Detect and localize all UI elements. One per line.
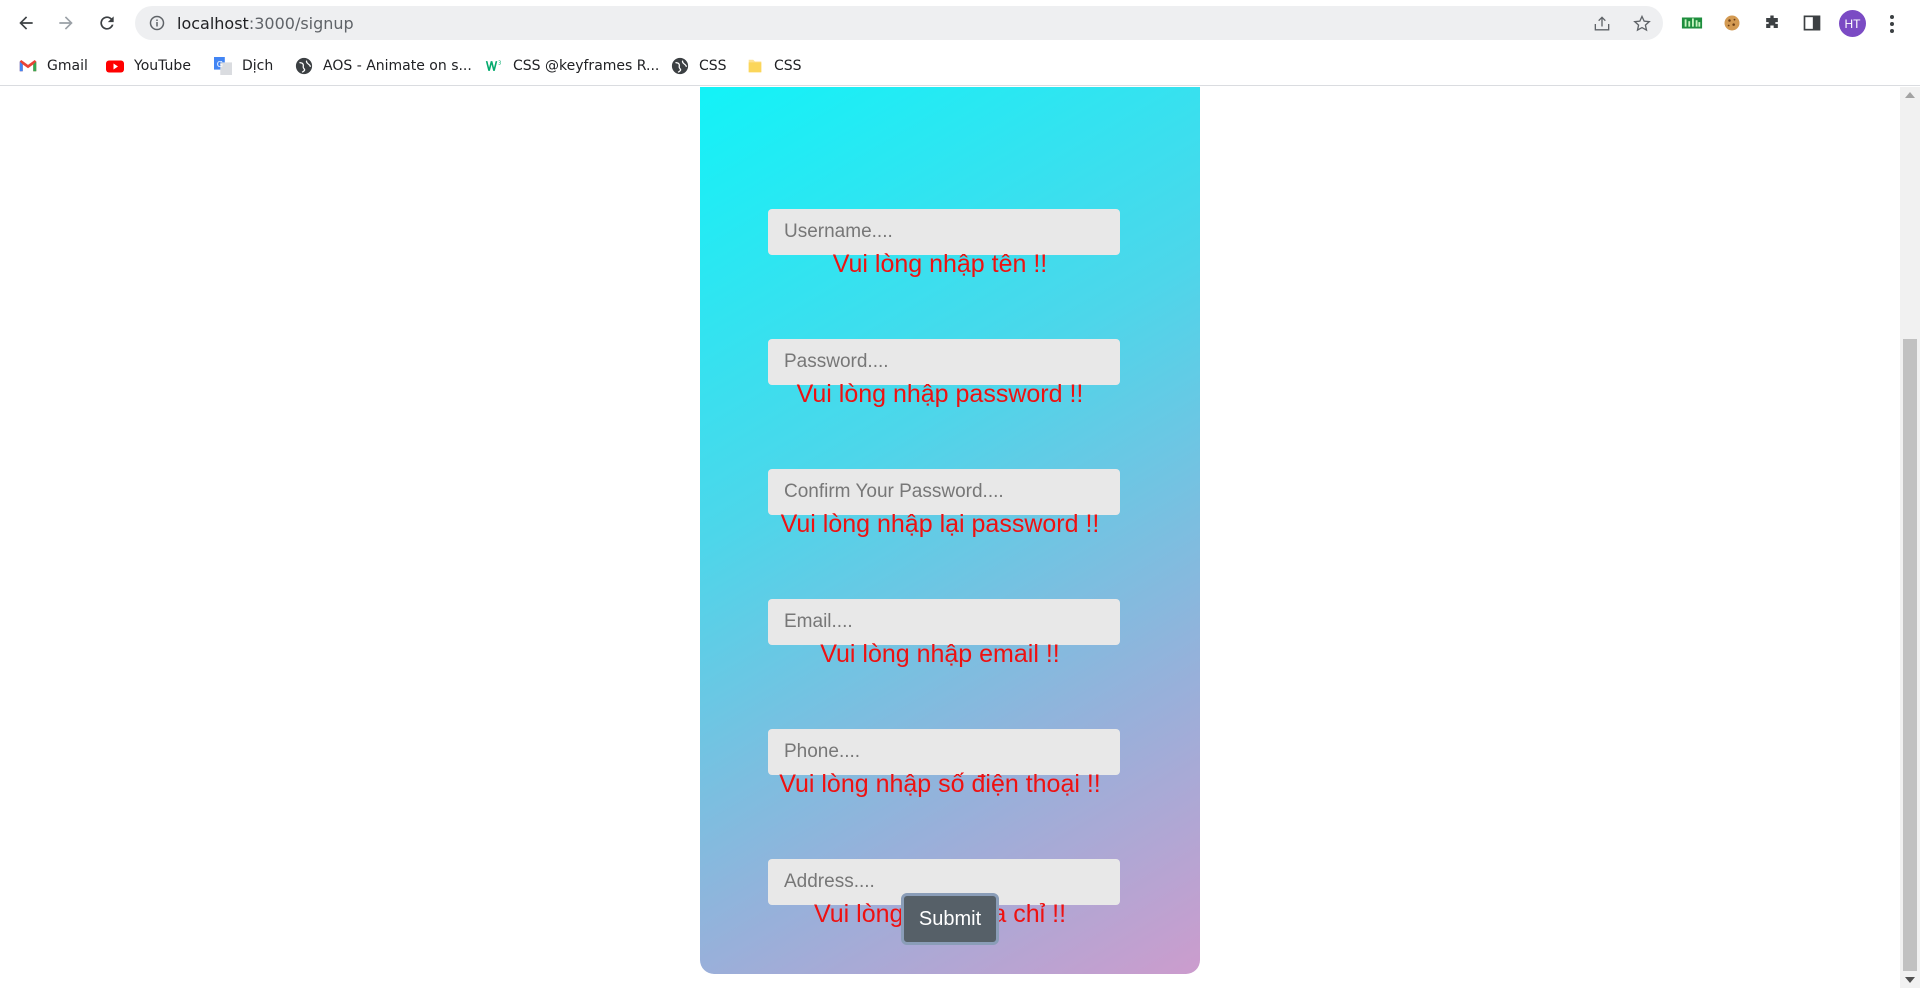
scroll-down-icon[interactable] — [1905, 977, 1915, 983]
page-viewport: Vui lòng nhập tên !! Vui lòng nhập passw… — [0, 87, 1900, 988]
bookmark-gmail[interactable]: Gmail — [19, 55, 88, 77]
reload-icon — [100, 16, 114, 30]
folder-icon — [746, 57, 764, 75]
username-error: Vui lòng nhập tên !! — [832, 250, 1048, 278]
phone-input[interactable] — [768, 729, 1120, 775]
audio-extension-icon[interactable] — [1680, 11, 1704, 35]
password-input[interactable] — [768, 339, 1120, 385]
bookmark-label: CSS @keyframes R... — [513, 58, 660, 74]
bookmark-dich[interactable]: G Dịch — [214, 55, 273, 77]
info-icon[interactable] — [149, 15, 165, 31]
bookmark-aos[interactable]: AOS - Animate on s... — [295, 55, 472, 77]
browser-menu-icon[interactable] — [1882, 12, 1902, 36]
bookmark-label: YouTube — [134, 58, 191, 74]
bookmark-label: Gmail — [47, 58, 88, 74]
bookmark-label: CSS — [699, 58, 727, 74]
scroll-up-icon[interactable] — [1905, 92, 1915, 98]
confirm-password-error: Vui lòng nhập lại password !! — [780, 510, 1100, 538]
address-bar[interactable]: localhost:3000/signup — [135, 6, 1663, 40]
globe-icon — [671, 57, 689, 75]
reload-button[interactable] — [93, 9, 121, 37]
vertical-scrollbar[interactable] — [1900, 87, 1920, 988]
puzzle-extensions-icon[interactable] — [1760, 11, 1784, 35]
youtube-icon — [106, 57, 124, 75]
forward-button[interactable] — [52, 9, 80, 37]
bookmark-css-globe[interactable]: CSS — [671, 55, 727, 77]
w3schools-icon: 3 — [485, 57, 503, 75]
side-panel-icon[interactable] — [1800, 11, 1824, 35]
signup-card: Vui lòng nhập tên !! Vui lòng nhập passw… — [700, 87, 1200, 974]
google-translate-icon: G — [214, 57, 232, 75]
username-input[interactable] — [768, 209, 1120, 255]
back-button[interactable] — [12, 9, 40, 37]
email-input[interactable] — [768, 599, 1120, 645]
bookmarks-bar: Gmail YouTube G Dịch AOS - Animate on s.… — [0, 46, 1920, 86]
bookmark-label: CSS — [774, 58, 802, 74]
arrow-left-icon — [19, 16, 33, 30]
cookie-extension-icon[interactable] — [1720, 11, 1744, 35]
phone-error: Vui lòng nhập số điện thoại !! — [779, 770, 1101, 798]
bookmark-label: AOS - Animate on s... — [323, 58, 472, 74]
svg-text:3: 3 — [498, 60, 501, 66]
submit-button[interactable]: Submit — [901, 893, 999, 945]
browser-toolbar: localhost:3000/signup HT — [0, 0, 1920, 46]
share-icon[interactable] — [1592, 14, 1612, 34]
profile-avatar[interactable]: HT — [1839, 10, 1866, 37]
bookmark-css-folder[interactable]: CSS — [746, 55, 802, 77]
bookmark-star-icon[interactable] — [1632, 14, 1652, 34]
scrollbar-thumb[interactable] — [1903, 339, 1917, 971]
bookmark-label: Dịch — [242, 58, 274, 74]
url-text: localhost:3000/signup — [177, 14, 354, 33]
confirm-password-input[interactable] — [768, 469, 1120, 515]
globe-icon — [295, 57, 313, 75]
svg-text:G: G — [217, 59, 223, 69]
url-path: :3000/signup — [248, 14, 354, 33]
bookmark-youtube[interactable]: YouTube — [106, 55, 191, 77]
url-host: localhost — [177, 14, 249, 33]
password-error: Vui lòng nhập password !! — [796, 380, 1084, 408]
email-error: Vui lòng nhập email !! — [820, 640, 1060, 668]
gmail-icon — [19, 57, 37, 75]
arrow-right-icon — [59, 16, 73, 30]
bookmark-css-keyframes[interactable]: 3 CSS @keyframes R... — [485, 55, 659, 77]
